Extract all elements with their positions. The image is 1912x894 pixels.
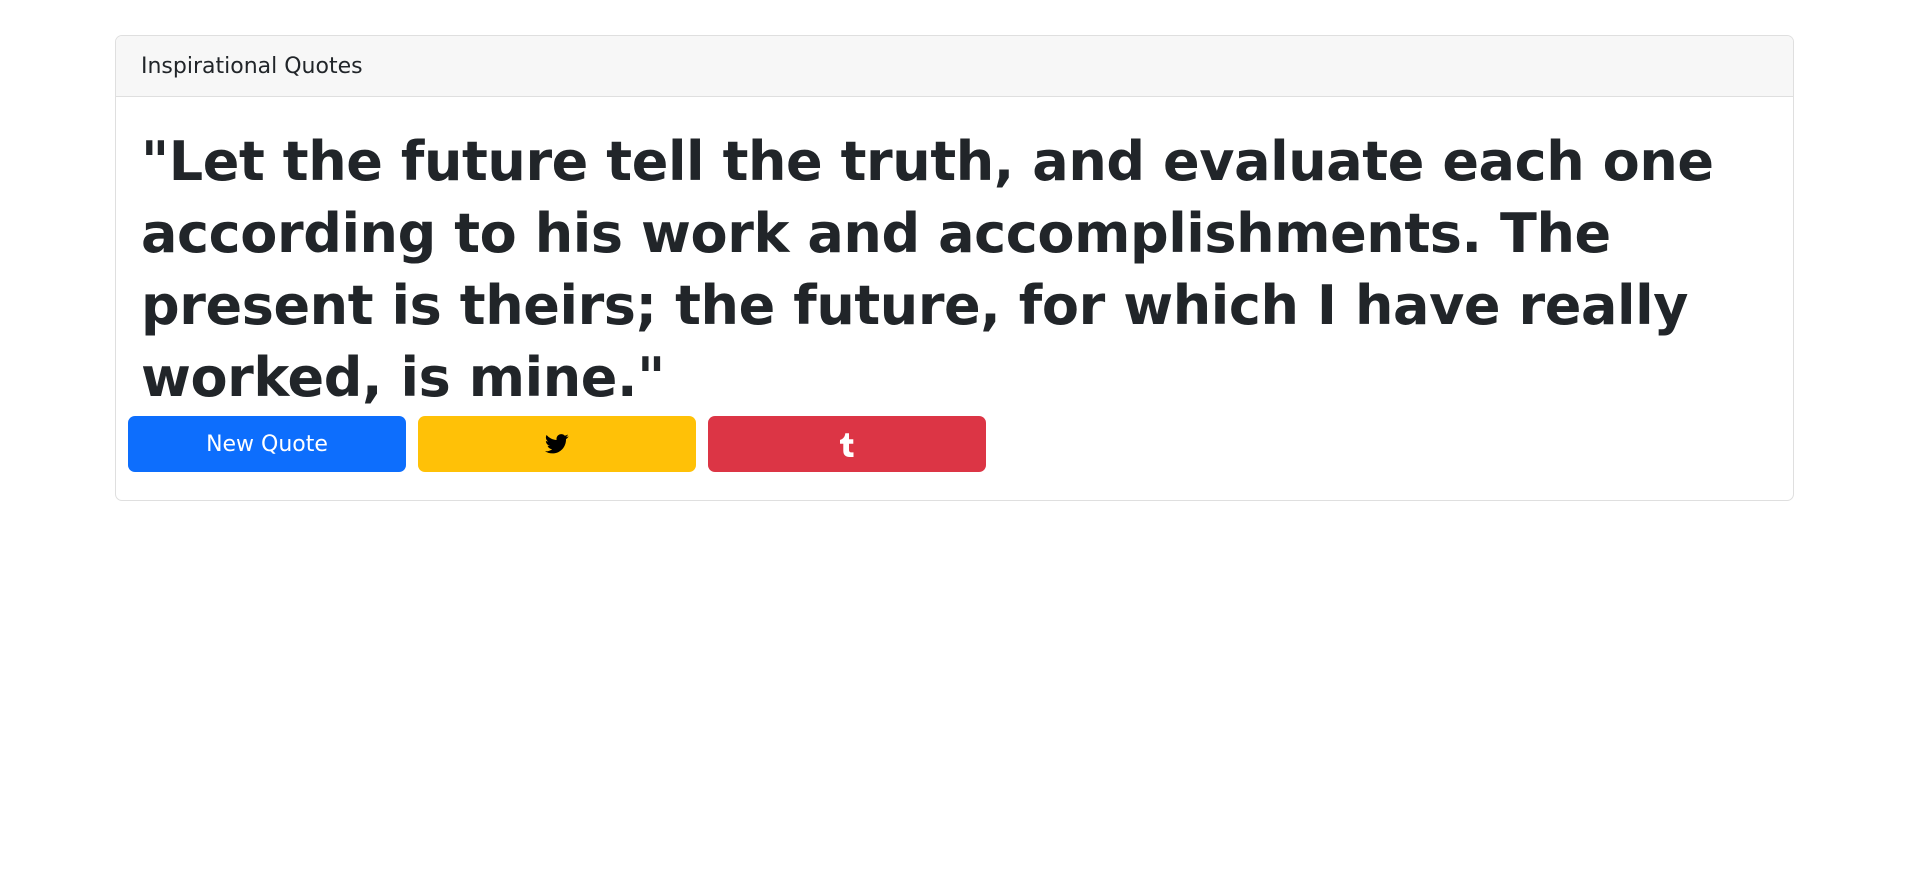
quote-text: "Let the future tell the truth, and eval…	[141, 130, 1714, 409]
new-quote-label: New Quote	[206, 431, 328, 457]
quote-card: Inspirational Quotes "Let the future tel…	[115, 35, 1794, 501]
twitter-icon	[545, 434, 569, 454]
card-header-title: Inspirational Quotes	[141, 53, 363, 79]
card-header: Inspirational Quotes	[116, 36, 1793, 97]
tumblr-button[interactable]	[708, 416, 986, 472]
card-body: "Let the future tell the truth, and eval…	[116, 97, 1793, 448]
tumblr-icon	[839, 431, 855, 457]
new-quote-button[interactable]: New Quote	[128, 416, 406, 472]
tweet-button[interactable]	[418, 416, 696, 472]
action-buttons: New Quote	[128, 416, 986, 472]
